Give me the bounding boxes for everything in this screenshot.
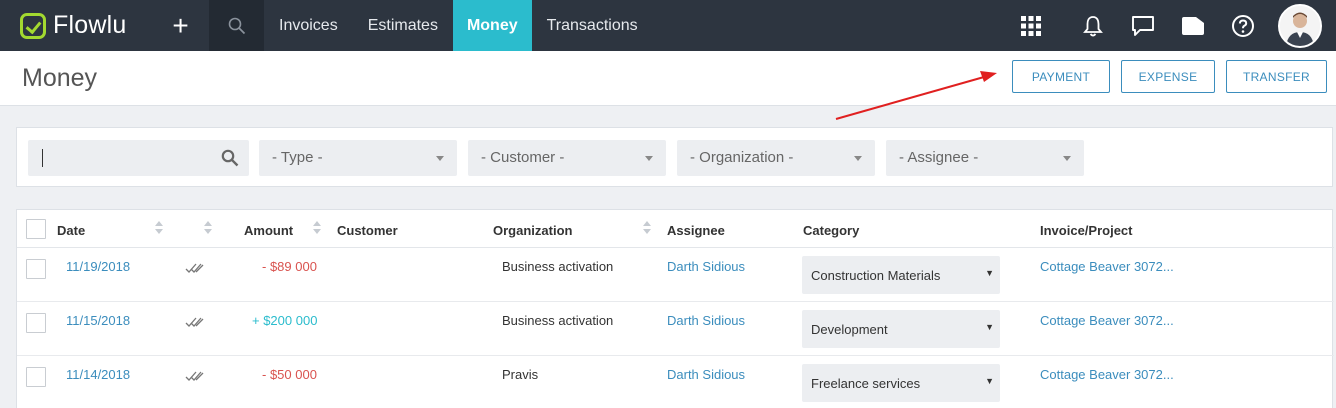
flowlu-logo-icon	[20, 12, 46, 39]
filter-panel: - Type - - Customer - - Organization - -…	[16, 127, 1333, 187]
row-category-select[interactable]: Development ▼	[802, 310, 1000, 348]
column-category[interactable]: Category	[803, 223, 859, 238]
double-check-icon	[185, 263, 204, 273]
tab-transactions[interactable]: Transactions	[532, 0, 653, 51]
row-date[interactable]: 11/14/2018	[66, 367, 130, 382]
search-icon	[228, 17, 245, 34]
bell-icon[interactable]	[1068, 0, 1118, 51]
transfer-button[interactable]: TRANSFER	[1226, 60, 1327, 93]
row-checkbox[interactable]	[26, 259, 46, 279]
column-amount[interactable]: Amount	[244, 223, 293, 238]
table-row[interactable]: 11/14/2018 - $50 000 Pravis Darth Sidiou…	[17, 356, 1334, 408]
top-navigation: Flowlu + Invoices Estimates Money Transa…	[0, 0, 1336, 51]
dropdown-arrow-icon	[645, 156, 653, 161]
user-avatar[interactable]	[1278, 3, 1322, 48]
apps-grid-icon[interactable]	[1006, 0, 1056, 51]
row-checkbox[interactable]	[26, 313, 46, 333]
tab-estimates[interactable]: Estimates	[353, 0, 453, 51]
organization-filter-value: - Organization -	[690, 149, 794, 166]
dropdown-arrow-icon	[436, 156, 444, 161]
sort-icon[interactable]	[313, 221, 321, 237]
row-category-value: Construction Materials	[811, 268, 941, 283]
text-cursor	[42, 149, 43, 167]
table-row[interactable]: 11/19/2018 - $89 000 Business activation…	[17, 248, 1334, 302]
customer-filter[interactable]: - Customer -	[468, 140, 666, 176]
nav-right-tools	[1006, 0, 1336, 51]
page-header: Money PAYMENT EXPENSE TRANSFER	[0, 51, 1336, 106]
dropdown-arrow-icon	[1063, 156, 1071, 161]
row-amount: - $50 000	[262, 367, 317, 382]
folder-icon[interactable]	[1168, 0, 1218, 51]
sort-icon[interactable]	[204, 221, 212, 237]
tab-invoices[interactable]: Invoices	[264, 0, 353, 51]
sort-icon[interactable]	[155, 221, 163, 237]
row-category-select[interactable]: Construction Materials ▼	[802, 256, 1000, 294]
row-amount: + $200 000	[252, 313, 318, 328]
flowlu-logo[interactable]: Flowlu	[0, 0, 152, 51]
row-date[interactable]: 11/19/2018	[66, 259, 130, 274]
row-checkbox[interactable]	[26, 367, 46, 387]
search-icon[interactable]	[221, 149, 239, 172]
column-invoice-project[interactable]: Invoice/Project	[1040, 223, 1132, 238]
dropdown-arrow-icon: ▼	[985, 376, 994, 386]
row-organization: Business activation	[502, 313, 614, 328]
column-organization[interactable]: Organization	[493, 223, 572, 238]
help-icon[interactable]	[1218, 0, 1268, 51]
chat-icon[interactable]	[1118, 0, 1168, 51]
transactions-table: Date Amount Customer Organization Assign…	[16, 209, 1334, 408]
sort-icon[interactable]	[643, 221, 651, 237]
column-customer[interactable]: Customer	[337, 223, 398, 238]
row-organization: Pravis	[502, 367, 539, 382]
tab-money[interactable]: Money	[452, 0, 532, 51]
search-input[interactable]	[28, 140, 249, 176]
payment-button[interactable]: PAYMENT	[1012, 60, 1110, 93]
dropdown-arrow-icon	[854, 156, 862, 161]
row-organization: Business activation	[502, 259, 614, 274]
nav-search-button[interactable]	[209, 0, 264, 51]
row-category-value: Freelance services	[811, 376, 921, 391]
customer-filter-value: - Customer -	[481, 149, 565, 166]
row-invoice-link[interactable]: Cottage Beaver 3072...	[1040, 259, 1174, 274]
row-invoice-link[interactable]: Cottage Beaver 3072...	[1040, 313, 1174, 328]
app-name: Flowlu	[53, 11, 127, 39]
select-all-checkbox[interactable]	[26, 219, 46, 239]
row-category-value: Development	[811, 322, 888, 337]
row-invoice-link[interactable]: Cottage Beaver 3072...	[1040, 367, 1174, 382]
row-assignee[interactable]: Darth Sidious	[667, 259, 745, 274]
column-date[interactable]: Date	[57, 223, 85, 238]
row-assignee[interactable]: Darth Sidious	[667, 367, 745, 382]
expense-button[interactable]: EXPENSE	[1121, 60, 1215, 93]
column-assignee[interactable]: Assignee	[667, 223, 725, 238]
dropdown-arrow-icon: ▼	[985, 268, 994, 278]
row-assignee[interactable]: Darth Sidious	[667, 313, 745, 328]
organization-filter[interactable]: - Organization -	[677, 140, 875, 176]
dropdown-arrow-icon: ▼	[985, 322, 994, 332]
double-check-icon	[185, 317, 204, 327]
row-amount: - $89 000	[262, 259, 317, 274]
type-filter-value: - Type -	[272, 149, 323, 166]
double-check-icon	[185, 371, 204, 381]
type-filter[interactable]: - Type -	[259, 140, 457, 176]
assignee-filter[interactable]: - Assignee -	[886, 140, 1084, 176]
row-category-select[interactable]: Freelance services ▼	[802, 364, 1000, 402]
page-title: Money	[22, 64, 98, 92]
table-row[interactable]: 11/15/2018 + $200 000 Business activatio…	[17, 302, 1334, 356]
plus-icon[interactable]: +	[152, 0, 209, 51]
row-date[interactable]: 11/15/2018	[66, 313, 130, 328]
assignee-filter-value: - Assignee -	[899, 149, 979, 166]
